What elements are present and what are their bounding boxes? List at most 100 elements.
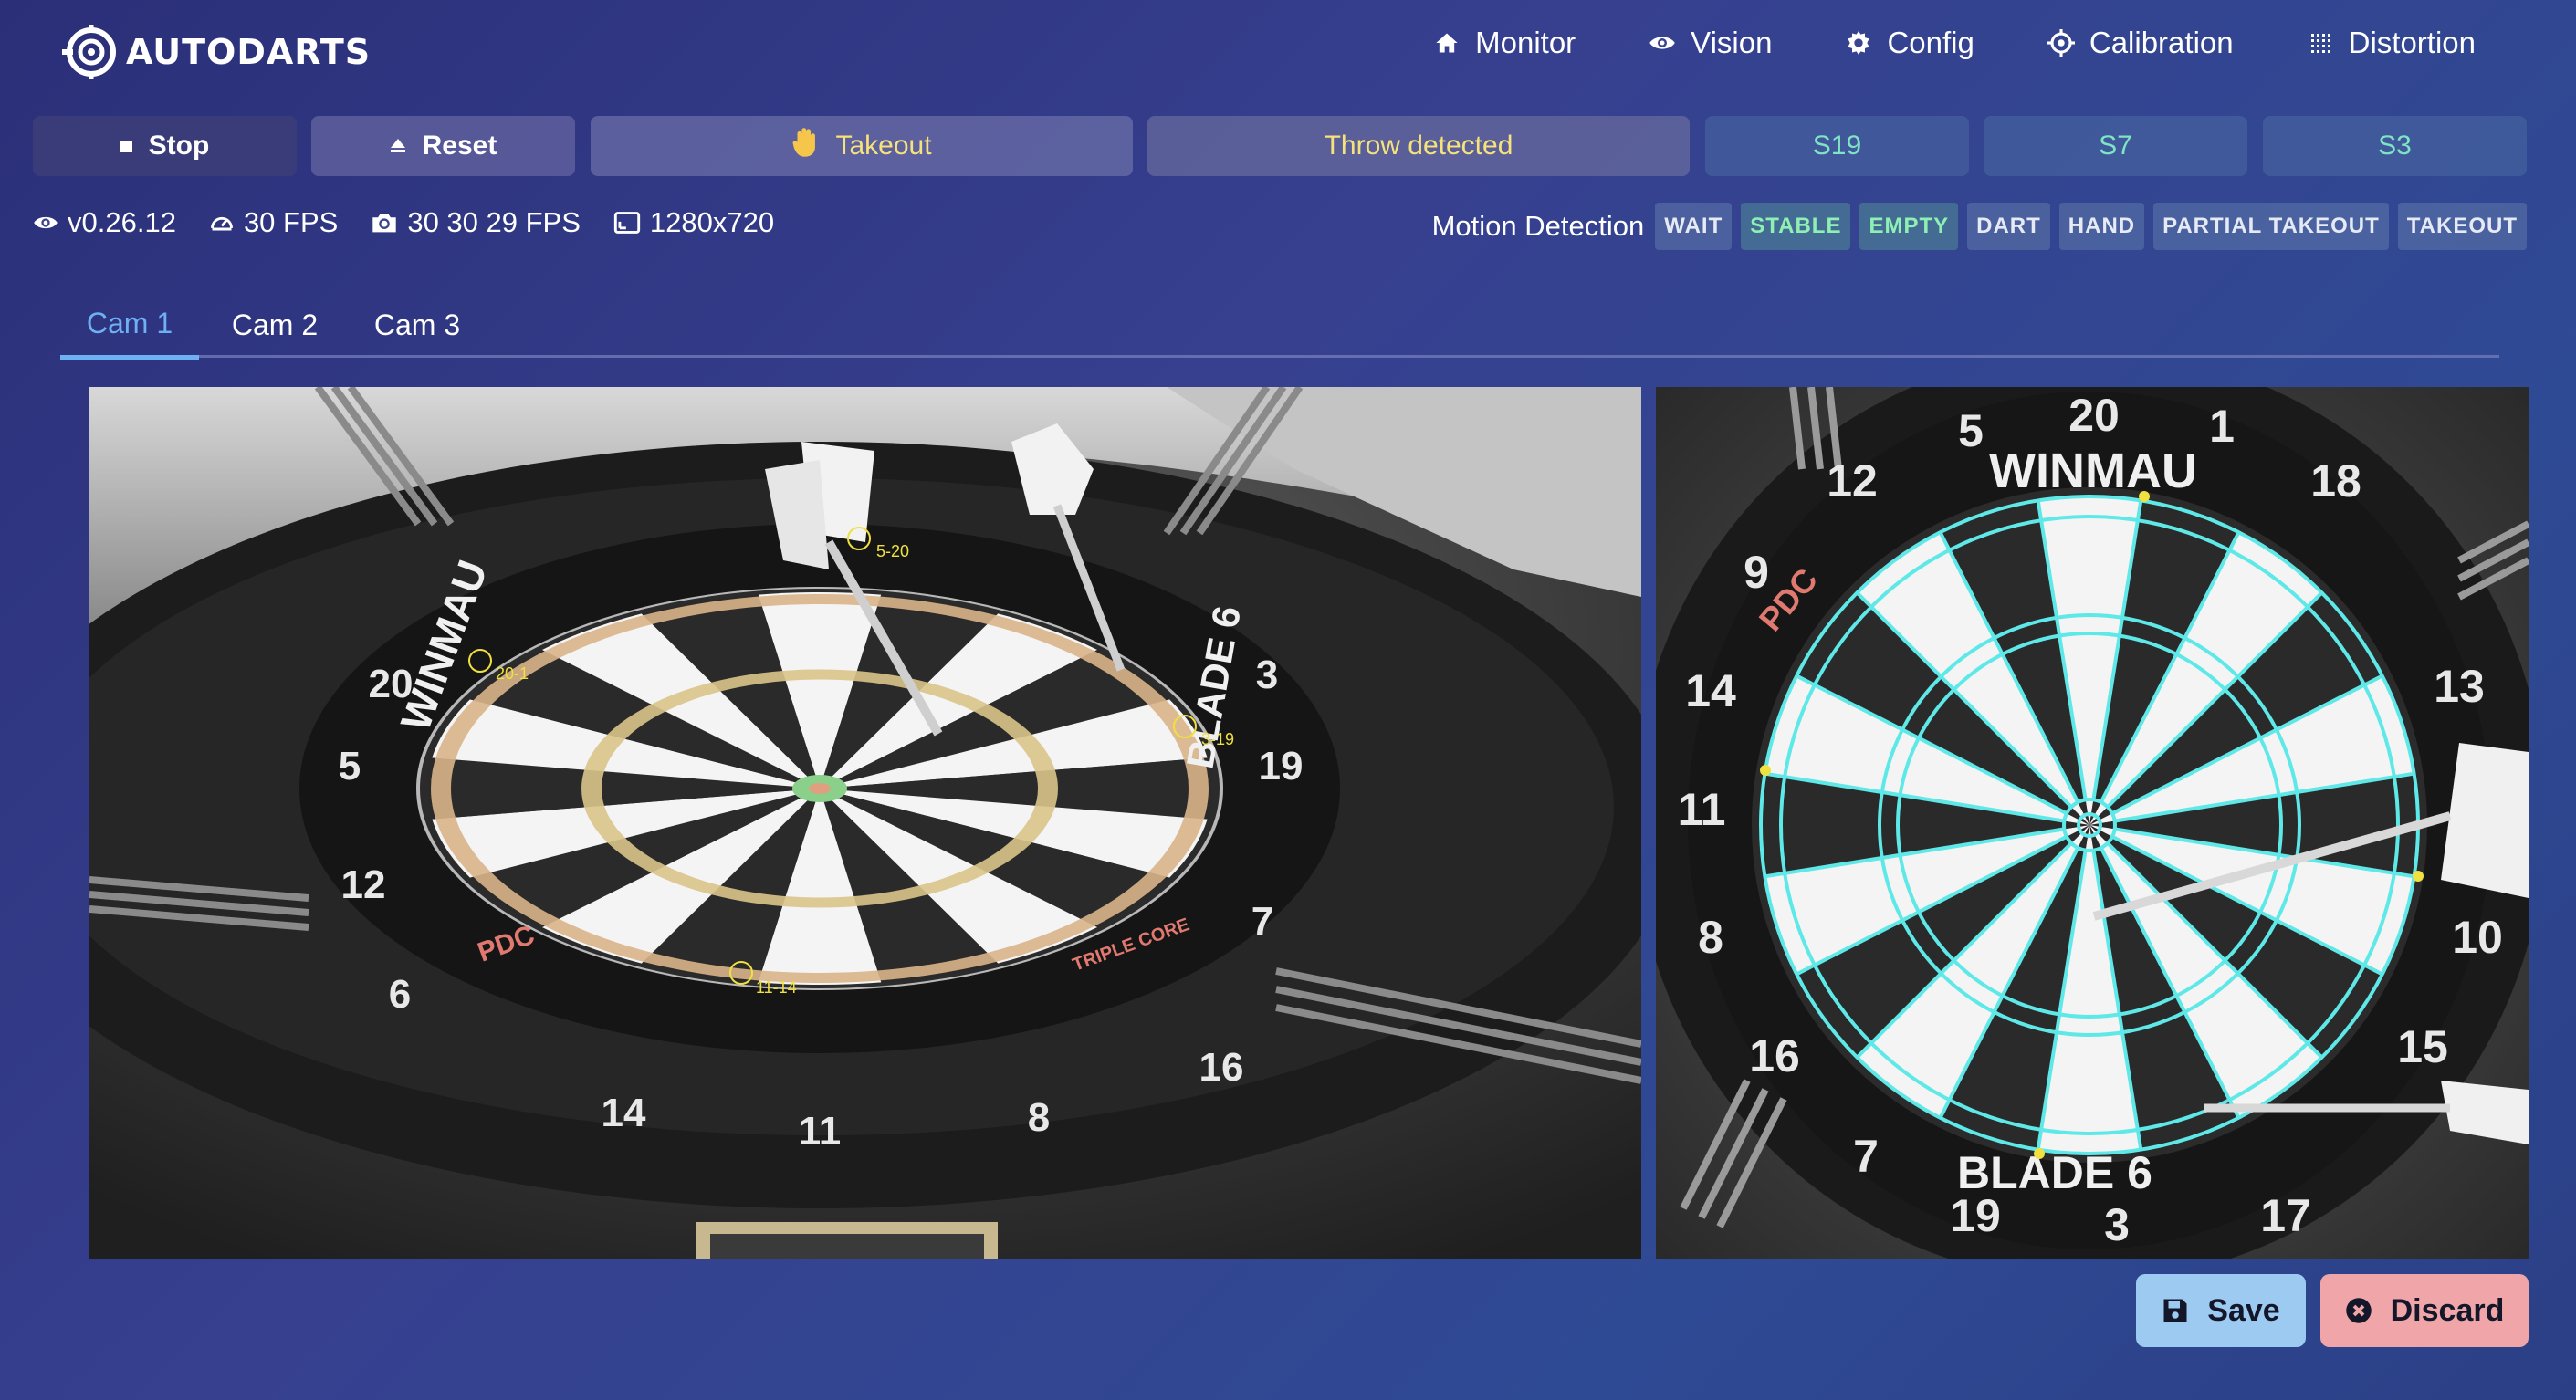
eye-icon (1649, 29, 1676, 57)
navbar: AUTODARTS Monitor Vision Config Calibrat… (0, 0, 2576, 102)
takeout-button[interactable]: Takeout (591, 116, 1133, 176)
hand-icon (791, 127, 819, 165)
board-number-11: 11 (799, 1109, 842, 1154)
nav-calibration-label: Calibration (2089, 26, 2234, 59)
board-number-17: 17 (2260, 1190, 2311, 1241)
discard-label: Discard (2390, 1292, 2505, 1328)
segment-label-2: S7 (2099, 131, 2132, 161)
gear-icon (1845, 29, 1872, 57)
floppy-disk-icon (2163, 1299, 2187, 1322)
motion-detection-label: Motion Detection (1431, 210, 1645, 242)
board-number-3: 3 (1256, 653, 1278, 697)
board-number-3: 3 (2104, 1199, 2130, 1250)
motion-badge-partial-takeout: PARTIAL TAKEOUT (2153, 203, 2389, 250)
camera-tabs: Cam 1 Cam 2 Cam 3 (60, 292, 2499, 360)
motion-badge-stable: STABLE (1741, 203, 1851, 250)
dartboard-angled-view: 14 11 8 16 7 19 3 6 12 5 20 WINMAU BLADE… (89, 387, 1641, 1259)
nav-monitor-label: Monitor (1475, 26, 1576, 59)
stop-label: Stop (148, 131, 210, 161)
home-icon (1433, 29, 1461, 57)
segment-label-1: S19 (1812, 131, 1862, 161)
nav-config[interactable]: Config (1845, 26, 1974, 60)
board-number-18: 18 (2310, 455, 2361, 507)
tab-cam-3[interactable]: Cam 3 (358, 292, 476, 358)
camera-feed-left[interactable]: 14 11 8 16 7 19 3 6 12 5 20 WINMAU BLADE… (89, 387, 1641, 1259)
eject-icon (390, 131, 406, 162)
control-button-row: Stop Reset Takeout Throw detected S19 S7… (33, 116, 2527, 176)
save-label: Save (2207, 1292, 2280, 1328)
takeout-label: Takeout (835, 131, 932, 161)
crosshair-icon (2047, 29, 2075, 57)
discard-button[interactable]: Discard (2320, 1274, 2529, 1347)
nav-monitor[interactable]: Monitor (1433, 26, 1576, 60)
camera-icon (372, 214, 397, 233)
board-number-7: 7 (1853, 1131, 1879, 1182)
board-number-15: 15 (2397, 1021, 2448, 1072)
board-number-8: 8 (1698, 912, 1723, 963)
nav-vision-label: Vision (1691, 26, 1773, 59)
calib-point-4 (2034, 1148, 2045, 1159)
app-name: AUTODARTS (126, 32, 372, 72)
stop-button[interactable]: Stop (33, 116, 297, 176)
close-circle-icon (2345, 1298, 2372, 1323)
reset-label: Reset (422, 131, 497, 161)
app-logo[interactable]: AUTODARTS (60, 20, 371, 84)
tab-cam-2[interactable]: Cam 2 (215, 292, 334, 358)
resolution-stat: 1280x720 (613, 206, 774, 239)
calib-point-1 (2139, 491, 2150, 502)
nav-config-label: Config (1887, 26, 1974, 59)
version-text: v0.26.12 (68, 206, 176, 238)
board-number-12: 12 (1827, 455, 1878, 507)
calib-point-3 (2413, 871, 2424, 882)
motion-badge-takeout: TAKEOUT (2397, 203, 2527, 250)
board-number-19: 19 (1259, 744, 1304, 789)
gauge-icon (210, 216, 233, 231)
resolution-text: 1280x720 (649, 206, 775, 238)
motion-badge-hand: HAND (2058, 203, 2145, 250)
motion-detection-panel: Motion Detection WAIT STABLE EMPTY DART … (1432, 203, 2527, 250)
segment-button-3[interactable]: S3 (2263, 116, 2527, 176)
marker-label-4: 11-14 (756, 978, 797, 997)
main-nav: Monitor Vision Config Calibration Distor… (1433, 26, 2476, 60)
board-number-11: 11 (1678, 784, 1726, 835)
motion-badge-dart: DART (1967, 203, 2050, 250)
reset-button[interactable]: Reset (311, 116, 575, 176)
board-number-8: 8 (1028, 1095, 1050, 1140)
board-number-6: 6 (389, 972, 411, 1017)
motion-badge-empty: EMPTY (1859, 203, 1959, 250)
board-number-16: 16 (1749, 1030, 1800, 1081)
throw-detected-button[interactable]: Throw detected (1147, 116, 1690, 176)
cam-fps-stat: 30 30 29 FPS (371, 206, 581, 239)
blade-brand: BLADE 6 (1957, 1147, 2152, 1198)
nav-distortion-label: Distortion (2348, 26, 2476, 59)
marker-label-3: 3-19 (1201, 730, 1234, 748)
segment-button-2[interactable]: S7 (1984, 116, 2247, 176)
board-number-9: 9 (1744, 547, 1769, 598)
calib-point-2 (1760, 765, 1771, 776)
eye-icon (34, 216, 58, 229)
throw-detected-label: Throw detected (1324, 131, 1513, 161)
nav-vision[interactable]: Vision (1649, 26, 1772, 60)
board-number-7: 7 (1251, 899, 1273, 944)
nav-distortion[interactable]: Distortion (2307, 26, 2476, 60)
tab-cam-1[interactable]: Cam 1 (60, 292, 199, 360)
board-number-5: 5 (339, 744, 361, 789)
board-number-16: 16 (1199, 1045, 1244, 1090)
board-number-10: 10 (2452, 912, 2503, 963)
board-number-20: 20 (2068, 390, 2120, 441)
fps-stat: 30 FPS (209, 206, 338, 239)
nav-calibration[interactable]: Calibration (2047, 26, 2234, 60)
dartboard-calibrated-view: 20 1 18 13 10 15 17 3 19 7 16 8 11 14 9 … (1656, 387, 2529, 1259)
version-stat: v0.26.12 (33, 206, 176, 239)
cam-fps-text: 30 30 29 FPS (407, 206, 581, 238)
fps-text: 30 FPS (243, 206, 339, 238)
save-button[interactable]: Save (2136, 1274, 2306, 1347)
board-number-5: 5 (1958, 405, 1984, 456)
stop-icon (120, 140, 132, 152)
motion-badge-wait: WAIT (1655, 203, 1733, 250)
dartboard-logo-icon (62, 25, 116, 79)
status-bar: v0.26.12 30 FPS 30 30 29 FPS 1280x720 (33, 206, 774, 239)
segment-button-1[interactable]: S19 (1705, 116, 1969, 176)
camera-feed-right[interactable]: 20 1 18 13 10 15 17 3 19 7 16 8 11 14 9 … (1656, 387, 2529, 1259)
marker-label-2: 20-1 (496, 664, 529, 683)
